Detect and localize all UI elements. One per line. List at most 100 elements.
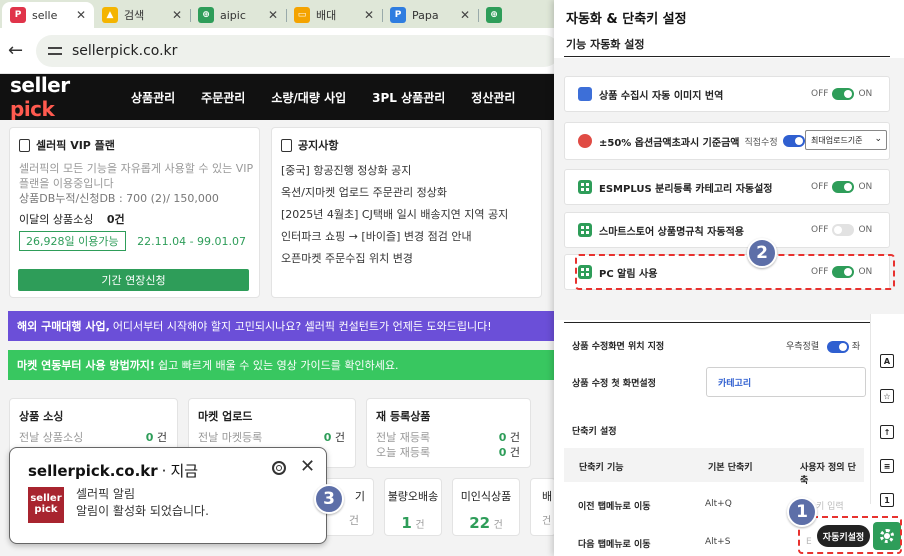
feature-toggle[interactable]: OFF ON xyxy=(811,88,872,100)
unrecognized-product-stat: 미인식상품 22 건 xyxy=(452,478,520,536)
notification-body: 셀러픽 알림 알림이 활성화 되었습니다. xyxy=(76,486,209,520)
tab-close-icon[interactable]: ✕ xyxy=(76,8,86,22)
notif-logo-b: pick xyxy=(34,504,58,515)
panel-divider xyxy=(564,56,890,57)
heart-icon xyxy=(578,134,592,148)
tab-label: aipic xyxy=(220,8,246,22)
off-label: OFF xyxy=(811,89,829,99)
right-align-toggle[interactable] xyxy=(827,340,849,353)
notice-list: [중국] 항공진행 정상화 공지 옥션/지마켓 업로드 주문관리 정상화 [20… xyxy=(281,160,508,270)
upload-title: 마켓 업로드 xyxy=(198,410,253,423)
aipic-favicon-icon: ⊕ xyxy=(198,7,214,23)
address-bar: ← sellerpick.co.kr xyxy=(0,28,560,74)
small-stat-4-unit: 건 xyxy=(542,516,552,527)
notice-title: 공지사항 xyxy=(281,137,338,153)
counter-icon[interactable]: 1 xyxy=(880,493,894,507)
toggle-switch[interactable] xyxy=(832,224,855,236)
chat-favicon-icon: ▭ xyxy=(294,7,310,23)
annotation-number-3: 3 xyxy=(314,484,344,514)
tab-label: 배대 xyxy=(316,9,337,22)
url-field[interactable]: sellerpick.co.kr xyxy=(36,34,560,67)
price-basis-value: 최대업로드기준 xyxy=(811,135,863,145)
notification-dot: · xyxy=(161,462,167,480)
browser-tab-papago[interactable]: P Papa ✕ xyxy=(382,2,478,28)
browser-tab-sellerpick[interactable]: P selle ✕ xyxy=(2,2,94,28)
upload-icon[interactable]: ↑ xyxy=(880,425,894,439)
sellerpick-logo[interactable]: seller pick xyxy=(0,73,118,121)
tab-close-icon[interactable]: ✕ xyxy=(172,8,182,22)
notice-item[interactable]: 인터파크 쇼핑 → [바이즐] 변경 점검 안내 xyxy=(281,226,508,248)
feature-label: 스마트스토어 상품명규칙 자동적용 xyxy=(599,226,744,238)
notice-item[interactable]: [중국] 항공진행 정상화 공지 xyxy=(281,160,508,182)
unrecognized-product-unit: 건 xyxy=(493,520,503,531)
notification-close-icon[interactable]: ✕ xyxy=(300,456,315,477)
extend-period-button[interactable]: 기간 연장신청 xyxy=(18,269,249,291)
nav-order-management[interactable]: 주문관리 xyxy=(188,89,258,106)
notification-time: 지금 xyxy=(170,462,199,480)
notice-title-text: 공지사항 xyxy=(298,139,339,152)
upload-row-label: 전날 마켓등록 xyxy=(198,431,263,444)
clipboard-icon[interactable]: ≡ xyxy=(880,459,894,473)
tab-close-icon[interactable]: ✕ xyxy=(460,8,470,22)
notification-site: sellerpick.co.kr xyxy=(28,462,158,480)
tab-close-icon[interactable]: ✕ xyxy=(268,8,278,22)
on-label: ON xyxy=(858,225,873,235)
shortcut-table-header: 단축키 기능 기본 단축키 사용자 정의 단축 xyxy=(564,448,864,486)
notice-item[interactable]: 옥션/지마켓 업로드 주문관리 정상화 xyxy=(281,182,508,204)
sellerpick-notification-logo: seller pick xyxy=(28,487,64,523)
monthly-sourcing-label: 이달의 상품소싱 xyxy=(19,213,94,226)
reregister-value-1: 0 xyxy=(498,431,507,444)
highlight-settings-button xyxy=(798,516,902,554)
app-grid-icon xyxy=(578,223,592,237)
toggle-switch[interactable] xyxy=(832,88,855,100)
nav-3pl-products[interactable]: 3PL 상품관리 xyxy=(359,89,458,106)
notification-line1: 셀러픽 알림 xyxy=(76,487,136,501)
reregister-row-1: 전날 재등록 0 건 xyxy=(376,431,520,445)
feature-label: ±50% 옵션금액초과시 기준금액 xyxy=(599,137,740,149)
panel-title: 자동화 & 단축키 설정 xyxy=(566,12,687,27)
right-align-control: 우측정렬 좌 xyxy=(786,339,860,353)
toggle-switch[interactable] xyxy=(832,181,855,193)
vip-db-usage: 상품DB누적/신청DB : 700 (2)/ 150,000 xyxy=(19,192,219,205)
browser-tab-aipic[interactable]: ⊕ aipic ✕ xyxy=(190,2,286,28)
direct-edit-toggle[interactable] xyxy=(782,135,805,147)
feature-auto-image-translate: 상품 수집시 자동 이미지 번역 OFF ON xyxy=(564,76,890,112)
panel-divider xyxy=(564,322,890,323)
price-basis-select[interactable]: 최대업로드기준 ⌄ xyxy=(805,130,887,150)
tab-label: Papa xyxy=(412,8,439,22)
defective-delivery-value: 1 xyxy=(401,514,412,532)
star-icon[interactable]: ☆ xyxy=(880,389,894,403)
consulting-banner-text: 어디서부터 시작해야 할지 고민되시나요? 셀러픽 컨설턴트가 언제든 도와드립… xyxy=(112,320,492,333)
ai-icon[interactable]: A xyxy=(880,354,894,368)
back-arrow-icon[interactable]: ← xyxy=(8,40,24,61)
feature-toggle[interactable]: OFF ON xyxy=(811,181,872,193)
reregister-unit: 건 xyxy=(509,446,520,459)
notification-settings-icon[interactable] xyxy=(272,461,286,475)
nav-settlement[interactable]: 정산관리 xyxy=(458,89,528,106)
tab-label: selle xyxy=(32,8,58,22)
highlight-pc-notification xyxy=(575,254,895,290)
on-label: ON xyxy=(858,182,873,192)
direct-edit-label: 직접수정 xyxy=(744,137,778,148)
right-align-label: 우측정렬 xyxy=(786,342,820,352)
browser-tab-baedae[interactable]: ▭ 배대 ✕ xyxy=(286,2,382,28)
first-screen-select[interactable]: 카테고리 xyxy=(706,367,866,397)
tab-close-icon[interactable]: ✕ xyxy=(364,8,374,22)
browser-tab-extra[interactable]: ⊕ xyxy=(478,2,528,28)
notice-item[interactable]: [2025년 4월초] CJ택배 일시 배송지연 지역 공지 xyxy=(281,204,508,226)
feature-esmplus-category: ESMPLUS 분리등록 카테고리 자동설정 OFF ON xyxy=(564,169,890,205)
consulting-banner[interactable]: 해외 구매대행 사업, 어디서부터 시작해야 할지 고민되시나요? 셀러픽 컨설… xyxy=(8,311,556,341)
logo-text-b: pick xyxy=(10,97,55,121)
notice-item[interactable]: 오픈마켓 주문수집 위치 변경 xyxy=(281,248,508,270)
sourcing-row-label: 전날 상품소싱 xyxy=(19,431,84,444)
browser-tab-search[interactable]: ▲ 검색 ✕ xyxy=(94,2,190,28)
shortcut-prev-input[interactable]: 키 입력 xyxy=(816,499,844,512)
video-guide-banner[interactable]: 마켓 연동부터 사용 방법까지! 쉽고 빠르게 배울 수 있는 영상 가이드를 … xyxy=(8,350,556,380)
reregister-title: 재 등록상품 xyxy=(376,410,431,423)
feature-toggle[interactable]: OFF ON xyxy=(811,224,872,236)
nav-product-management[interactable]: 상품관리 xyxy=(118,89,188,106)
usage-period: 26,928일 이용가능 22.11.04 - 99.01.07 xyxy=(19,231,246,251)
upload-unit: 건 xyxy=(334,431,345,444)
nav-bulk-purchase[interactable]: 소량/대량 사입 xyxy=(258,89,359,106)
site-settings-icon[interactable] xyxy=(48,45,62,57)
